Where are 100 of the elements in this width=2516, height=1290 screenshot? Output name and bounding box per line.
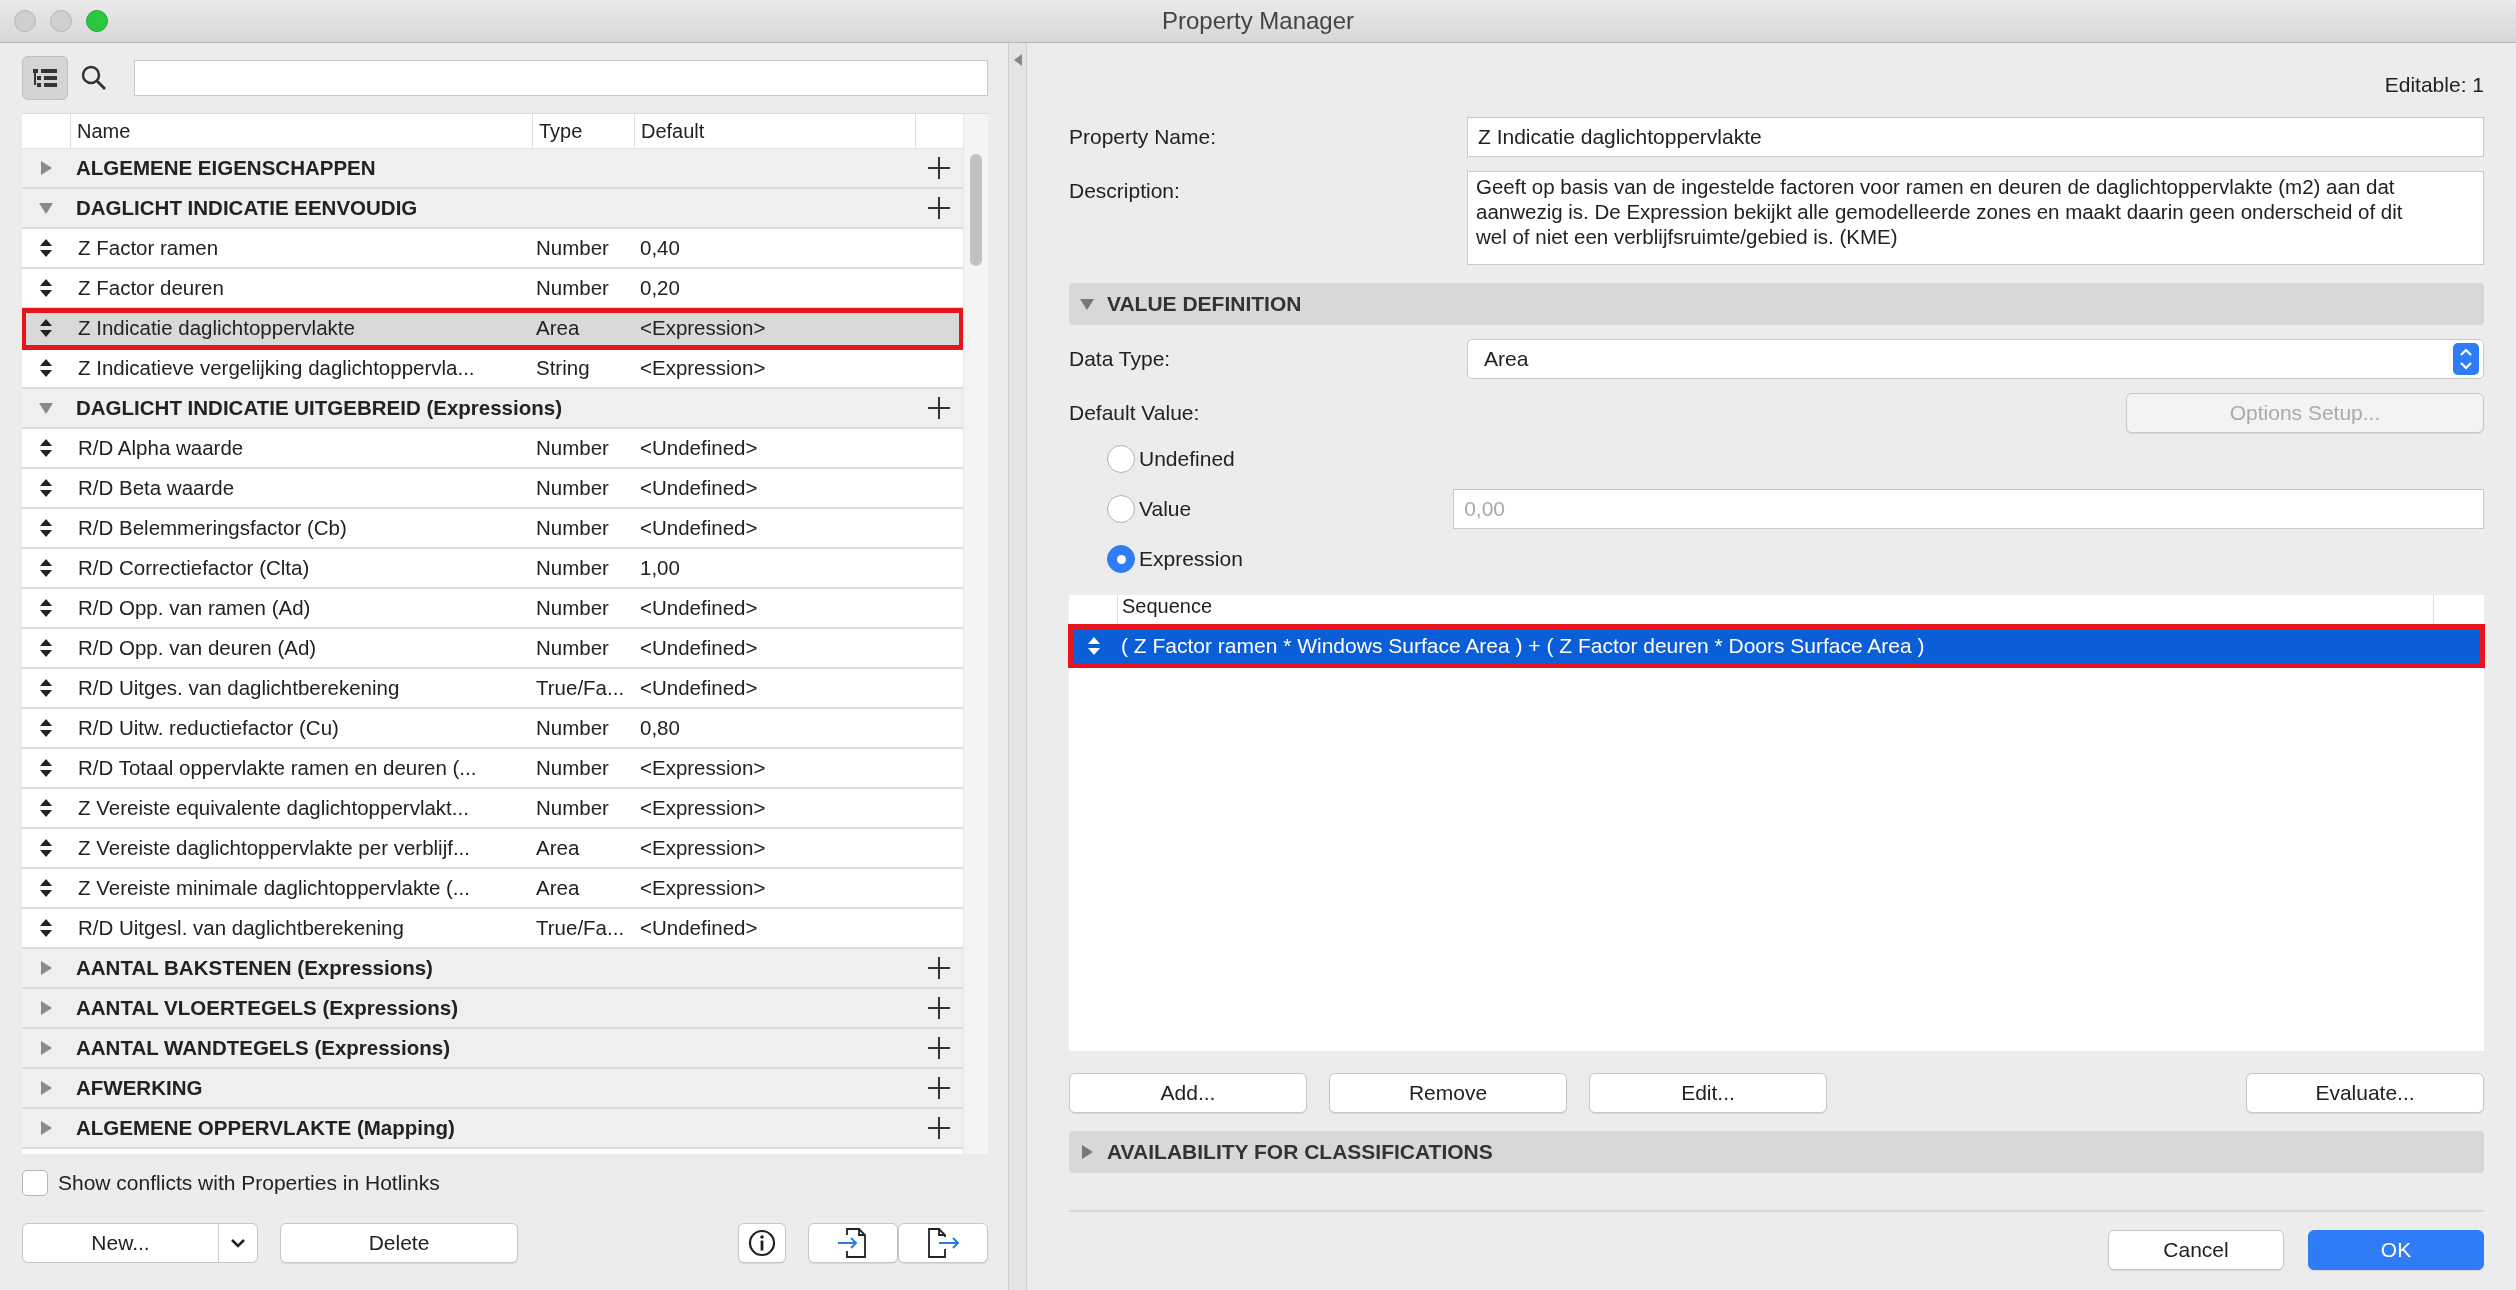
radio-label[interactable]: Expression [1139,547,1243,571]
data-type-dropdown[interactable]: Area [1467,339,2484,379]
group-row[interactable]: DAGLICHT INDICATIE UITGEBREID (Expressions) [22,389,963,429]
group-row[interactable]: AANTAL WANDTEGELS (Expressions) [22,1029,963,1069]
column-header[interactable]: Type [532,114,634,148]
field-label: Description: [1069,178,1181,203]
reorder-arrows-icon[interactable] [39,438,53,458]
radio-label[interactable]: Undefined [1139,447,1235,471]
info-button[interactable] [738,1223,786,1263]
ok-button[interactable]: OK [2308,1230,2484,1270]
cancel-button[interactable]: Cancel [2108,1230,2284,1270]
group-row[interactable]: AANTAL BAKSTENEN (Expressions) [22,949,963,989]
list-view-icon[interactable] [31,66,59,90]
property-row[interactable]: Z Indicatie daglichtoppervlakte Area <Expression> [22,309,963,349]
column-header[interactable]: Default [634,114,915,148]
disclosure-triangle-icon[interactable] [38,1120,54,1136]
property-row[interactable]: Z Vereiste daglichtoppervlakte per verblijf... Area <Expression> [22,829,963,869]
radio-label[interactable]: Value [1139,497,1192,521]
property-row[interactable]: R/D Uitw. reductiefactor (Cu) Number 0,80 [22,709,963,749]
section-header[interactable]: AVAILABILITY FOR CLASSIFICATIONS [1069,1131,2484,1173]
plus-icon[interactable] [927,1036,951,1060]
checkbox-label[interactable]: Show conflicts with Properties in Hotlinks [58,1171,440,1195]
reorder-arrows-icon[interactable] [39,518,53,538]
plus-icon[interactable] [927,396,951,420]
reorder-arrows-icon[interactable] [39,358,53,378]
reorder-arrows-icon[interactable] [39,758,53,778]
reorder-arrows-icon[interactable] [39,878,53,898]
reorder-arrows-icon[interactable] [39,598,53,618]
disclosure-triangle-icon[interactable] [38,1000,54,1016]
import-button[interactable] [808,1223,898,1263]
plus-icon[interactable] [927,956,951,980]
property-name-field[interactable]: Z Indicatie daglichtoppervlakte [1467,117,2484,157]
disclosure-triangle-icon[interactable] [38,1040,54,1056]
plus-icon[interactable] [927,196,951,220]
disclosure-triangle-icon[interactable] [1079,296,1095,312]
group-row[interactable]: DAGLICHT INDICATIE EENVOUDIG [22,189,963,229]
radio-button[interactable] [1107,445,1135,473]
reorder-arrows-icon[interactable] [39,718,53,738]
export-file-icon[interactable] [925,1225,961,1261]
reorder-arrows-icon[interactable] [39,638,53,658]
radio-button[interactable] [1107,495,1135,523]
group-row[interactable]: ALGEMENE OPPERVLAKTE (Mapping) [22,1109,963,1149]
search-field[interactable] [134,60,988,96]
group-row[interactable]: AANTAL VLOERTEGELS (Expressions) [22,989,963,1029]
reorder-arrows-icon[interactable] [39,678,53,698]
sequence-button[interactable]: Edit... [1589,1073,1827,1113]
disclosure-triangle-icon[interactable] [38,160,54,176]
sequence-row[interactable]: ( Z Factor ramen * Windows Surface Area ) + ( Z Factor deuren * Doors Surface Area ) [1069,625,2484,667]
info-icon[interactable] [747,1228,777,1258]
search-icon[interactable] [80,64,108,92]
property-row[interactable]: R/D Beta waarde Number <Undefined> [22,469,963,509]
property-row[interactable]: R/D Opp. van deuren (Ad) Number <Undefined> [22,629,963,669]
disclosure-triangle-icon[interactable] [1079,1144,1095,1160]
property-default: 0,40 [639,236,681,260]
chevron-down-icon[interactable] [229,1237,247,1249]
property-row[interactable]: R/D Opp. van ramen (Ad) Number <Undefined> [22,589,963,629]
disclosure-triangle-icon[interactable] [38,200,54,216]
property-type: Number [535,276,610,300]
plus-icon[interactable] [927,1076,951,1100]
export-button[interactable] [898,1223,988,1263]
delete-button[interactable]: Delete [280,1223,518,1263]
reorder-arrows-icon[interactable] [39,558,53,578]
section-header[interactable]: VALUE DEFINITION [1069,283,2484,325]
reorder-arrows-icon[interactable] [39,838,53,858]
scrollbar[interactable] [963,114,988,1154]
property-row[interactable]: R/D Correctiefactor (Clta) Number 1,00 [22,549,963,589]
group-row[interactable]: AFWERKING [22,1069,963,1109]
property-row[interactable]: R/D Uitges. van daglichtberekening True/Fa... <Undefined> [22,669,963,709]
property-row[interactable]: R/D Belemmeringsfactor (Cb) Number <Undefined> [22,509,963,549]
reorder-arrows-icon[interactable] [39,918,53,938]
property-row[interactable]: R/D Alpha waarde Number <Undefined> [22,429,963,469]
reorder-arrows-icon[interactable] [39,238,53,258]
stepper-icon[interactable] [2453,343,2479,375]
sequence-button[interactable]: Add... [1069,1073,1307,1113]
property-row[interactable]: Z Factor ramen Number 0,40 [22,229,963,269]
radio-button[interactable] [1107,545,1135,573]
group-row[interactable]: ALGEMENE EIGENSCHAPPEN [22,149,963,189]
column-header[interactable]: Name [70,114,532,148]
reorder-arrows-icon[interactable] [39,318,53,338]
collapse-arrow-icon[interactable] [1012,53,1023,67]
editable-count: Editable: 1 [2384,73,2484,98]
new-button[interactable]: New... [22,1223,258,1263]
disclosure-triangle-icon[interactable] [38,400,54,416]
description-field[interactable]: Geeft op basis van de ingestelde factoren voor ramen en deuren de daglichtoppervlakte (m2) aan dat aanwezig is. De Expression bekijkt alle gemodelleerde zones en maakt daarin geen onderscheid of dit wel of niet een verblijfsruimte/gebied is. (KME) [1467,171,2484,265]
plus-icon[interactable] [927,996,951,1020]
reorder-arrows-icon[interactable] [39,278,53,298]
property-row[interactable]: Z Vereiste minimale daglichtoppervlakte (... Area <Expression> [22,869,963,909]
disclosure-triangle-icon[interactable] [38,1080,54,1096]
list-view-button[interactable] [22,56,68,100]
reorder-arrows-icon[interactable] [39,798,53,818]
reorder-arrows-icon[interactable] [39,478,53,498]
checkbox[interactable] [22,1170,48,1196]
plus-icon[interactable] [927,156,951,180]
property-row[interactable]: R/D Totaal oppervlakte ramen en deuren (... Number <Expression> [22,749,963,789]
sequence-button[interactable]: Remove [1329,1073,1567,1113]
evaluate-button[interactable]: Evaluate... [2246,1073,2484,1113]
property-row[interactable]: Z Vereiste equivalente daglichtoppervlakt... Number <Expression> [22,789,963,829]
property-type: Area [535,876,581,900]
plus-icon[interactable] [927,1116,951,1140]
disclosure-triangle-icon[interactable] [38,960,54,976]
